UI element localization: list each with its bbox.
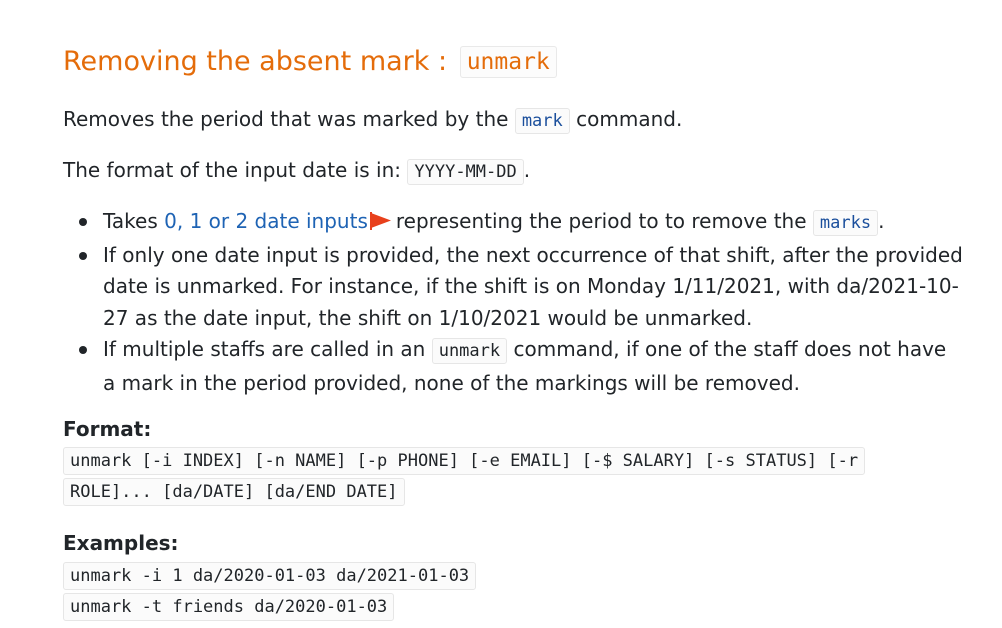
example-code: unmark -i 1 da/2020-01-03 da/2021-01-03 xyxy=(63,562,477,590)
date-format-text: The format of the input date is in: xyxy=(63,158,408,182)
example-code-block: unmark -i 1 da/2020-01-03 da/2021-01-03 xyxy=(63,561,477,592)
red-flag-icon[interactable] xyxy=(369,212,392,230)
details-list: Takes 0, 1 or 2 date inputs representing … xyxy=(63,206,963,399)
description-text-after: command. xyxy=(569,107,683,131)
section-heading: Removing the absent mark : unmark xyxy=(63,40,557,85)
date-format-period: . xyxy=(523,158,531,182)
date-format-paragraph: The format of the input date is in: YYYY… xyxy=(63,155,530,187)
bullet1-text-before: Takes xyxy=(103,209,165,233)
bullet3-text-before: If multiple staffs are called in an xyxy=(103,337,432,361)
date-inputs-link[interactable]: 0, 1 or 2 date inputs xyxy=(164,209,368,233)
list-item: If multiple staffs are called in an unma… xyxy=(79,334,963,399)
description-paragraph: Removes the period that was marked by th… xyxy=(63,104,682,136)
examples-label: Examples: xyxy=(63,531,179,555)
bullet1-text-end: . xyxy=(878,209,885,233)
unmark-code: unmark xyxy=(431,338,508,364)
section-heading-text: Removing the absent mark : xyxy=(63,46,456,77)
mark-command-code: mark xyxy=(514,108,570,134)
description-text-before: Removes the period that was marked by th… xyxy=(63,107,515,131)
bullet2-text: If only one date input is provided, the … xyxy=(103,242,963,330)
date-format-code: YYYY-MM-DD xyxy=(407,159,524,185)
format-label: Format: xyxy=(63,417,152,441)
list-item: Takes 0, 1 or 2 date inputs representing … xyxy=(79,206,963,240)
example-code-block: unmark -t friends da/2020-01-03 xyxy=(63,592,395,623)
marks-code: marks xyxy=(812,210,879,236)
format-code-block: unmark [-i INDEX] [-n NAME] [-p PHONE] [… xyxy=(63,446,913,508)
list-item: If only one date input is provided, the … xyxy=(79,240,963,335)
section-heading-code: unmark xyxy=(459,46,557,78)
format-code: unmark [-i INDEX] [-n NAME] [-p PHONE] [… xyxy=(63,447,866,506)
bullet1-text-after: representing the period to to remove the xyxy=(395,209,813,233)
example-code: unmark -t friends da/2020-01-03 xyxy=(63,593,395,621)
